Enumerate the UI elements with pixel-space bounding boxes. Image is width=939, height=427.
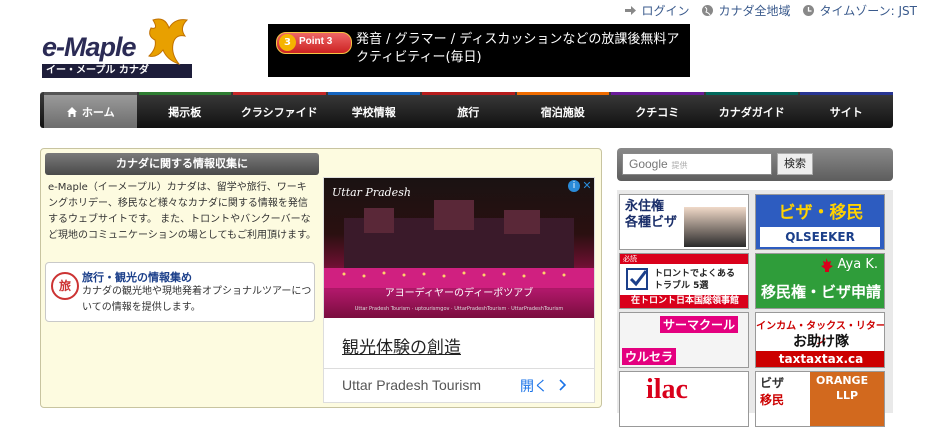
ad4-title: 移民権・ビザ申請 [760,283,881,301]
ad3-ribbon: 必読 [620,254,748,264]
ad1-text: 永住権 各種ビザ [625,199,677,231]
ad6-bottom: taxtaxtax.ca [756,351,884,367]
checkbox-icon [626,268,648,290]
ad-tax-return[interactable]: インカム・タックス・リターン お助け隊 taxtaxtax.ca [755,312,885,368]
login-icon [625,6,637,15]
ad1-line2: 各種ビザ [625,215,678,230]
nav-label: 宿泊施設 [540,105,585,119]
info-description: e-Maple（イーメープル）カナダは、留学や旅行、ワーキングホリデー、移民など… [48,182,316,241]
travel-title[interactable]: 旅行・観光の情報集め [82,269,192,285]
maple-leaf-icon [148,18,189,66]
nav-item-5[interactable]: 宿泊施設 [516,92,609,128]
ad5-bottom: ウルセラ [622,348,677,365]
nav-label: 掲示板 [168,105,202,119]
ad-orange-llp[interactable]: ビザ 移民 ORANGE LLP [755,371,885,427]
ad3-bottom: 在トロント日本国総領事館 [620,295,748,308]
sidebar-ads: 永住権 各種ビザ ビザ・移民 QLSEEKER 必読 トロントでよくある トラブ… [617,190,893,427]
nav-item-6[interactable]: クチコミ [611,92,704,128]
ad-toronto-consulate[interactable]: 必読 トロントでよくある トラブル 5選 在トロント日本国総領事館 [619,253,749,309]
login-label: ログイン [641,4,690,18]
ad-headline[interactable]: 観光体験の創造 [342,333,461,358]
point-badge: 3 Point 3 [276,32,352,54]
point-label: Point 3 [299,36,333,47]
nav-label: クチコミ [635,105,680,119]
ad1-photo [684,207,746,247]
google-label: Google [629,157,668,171]
nav-label: 旅行 [457,105,480,119]
region-label: カナダ全地域 [718,4,791,18]
globe-icon [702,5,714,16]
display-ad[interactable]: Uttar Pradesh アヨーディヤーのディーポツアブ Uttar Prad… [323,177,595,403]
coin-icon: 3 [279,34,296,51]
travel-icon: 旅 [51,272,79,300]
ad-open-button[interactable]: 開く [520,376,568,396]
ad8-right1: ORANGE [816,374,869,387]
logo-text: e-Maple [42,32,137,62]
ad5-top: サーマクール [660,316,739,333]
ad2-title: ビザ・移民 [778,203,864,223]
ad2-brand: QLSEEKER [760,227,880,247]
ad7-title: ilac [646,374,688,405]
site-logo[interactable]: e-Maple イー・メープル カナダ [40,14,210,80]
chevron-right-icon [559,379,567,391]
nav-item-7[interactable]: カナダガイド [705,92,798,128]
promo-banner[interactable]: 3 Point 3 発音 / グラマー / ディスカッションなどの放課後無料アク… [268,24,690,77]
maple-leaf-icon [821,258,833,272]
travel-description: カナダの観光地や現地発着オプショナルツアーについての情報を提供します。 [82,286,312,313]
nav-label: 学校情報 [351,105,396,119]
ad6-middle: お助け隊 [793,334,849,350]
region-link[interactable]: カナダ全地域 [701,2,790,19]
login-link[interactable]: ログイン [624,2,689,19]
clock-icon [803,5,815,16]
ad-caption: アヨーディヤーのディーポツアブ [384,288,534,299]
ad3-line1: トロントでよくある [654,269,736,279]
nav-label: ホーム [81,105,115,119]
ad-info-icon[interactable]: i [568,180,580,192]
ad-advertiser: Uttar Pradesh Tourism [342,377,482,393]
ad-image[interactable]: Uttar Pradesh アヨーディヤーのディーポツアブ Uttar Prad… [324,178,594,318]
nav-item-2[interactable]: クラシファイド [233,92,326,128]
ad8-left1: ビザ [760,376,785,390]
timezone-link[interactable]: タイムゾーン: JST [802,2,917,19]
travel-card[interactable]: 旅 旅行・観光の情報集め カナダの観光地や現地発着オプショナルツアーについての情… [45,262,315,322]
ad8-left-panel: ビザ 移民 [756,372,810,426]
nav-item-1[interactable]: 掲示板 [138,92,231,128]
ad-ilac[interactable]: ilac [619,371,749,427]
info-box: カナダに関する情報収集に e-Maple（イーメープル）カナダは、留学や旅行、ワ… [40,148,602,408]
ad-close-icon[interactable]: ✕ [581,179,593,192]
search-box: Google 提供 検索 [617,148,893,181]
ad-footer: Uttar Pradesh Tourism · uptourismgov · U… [354,306,564,312]
google-provided-label: 提供 [671,161,688,170]
ad-divider [324,368,594,369]
ad1-line1: 永住権 [625,199,665,214]
search-button[interactable]: 検索 [777,153,813,175]
nav-label: サイト [829,105,863,119]
ad3-line2: トラブル 5選 [654,281,709,291]
ad4-name: Aya K. [837,257,878,272]
ad-aya-k[interactable]: Aya K. 移民権・ビザ申請 [755,253,885,309]
nav-item-3[interactable]: 学校情報 [327,92,420,128]
top-links: ログイン カナダ全地域 タイムゾーン: JST [624,2,917,19]
search-input[interactable]: Google 提供 [622,153,772,175]
nav-item-8[interactable]: サイト [800,92,893,128]
ad3-text: トロントでよくある トラブル 5選 [654,268,735,292]
main-nav: ホーム 掲示板 クラシファイド 学校情報 旅行 宿泊施設 クチコミ カナダガイド サイト [40,92,893,128]
nav-item-0[interactable]: ホーム [44,92,137,128]
timezone-label: タイムゾーン: JST [819,4,917,18]
ad8-left2: 移民 [760,393,785,407]
ad-qlseeker[interactable]: ビザ・移民 QLSEEKER [755,194,885,250]
ad8-right2: LLP [836,389,859,402]
info-heading: カナダに関する情報収集に [45,153,319,175]
ad-open-label: 開く [520,379,548,395]
ad-beauty-clinic[interactable]: サーマクール ウルセラ [619,312,749,368]
nav-item-4[interactable]: 旅行 [422,92,515,128]
nav-label: カナダガイド [718,105,785,119]
banner-text: 発音 / グラマー / ディスカッションなどの放課後無料アクティビティー(毎日) [356,32,680,65]
home-icon [66,106,77,117]
ad-brand: Uttar Pradesh [332,186,411,199]
nav-label: クラシファイド [240,105,318,119]
ad-permanent-residence[interactable]: 永住権 各種ビザ [619,194,749,250]
